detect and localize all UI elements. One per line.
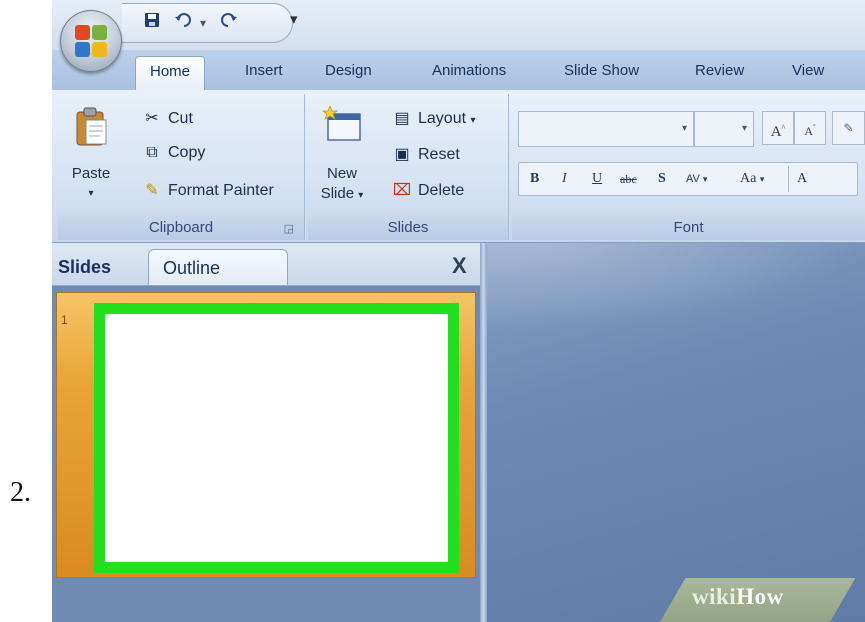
reset-icon: ▣	[394, 146, 410, 163]
underline-button[interactable]: U	[592, 166, 602, 192]
font-family-dropdown-icon: ▾	[681, 123, 687, 134]
office-logo-icon	[75, 25, 107, 57]
new-slide-icon	[322, 106, 361, 141]
tab-home[interactable]: Home	[135, 56, 206, 90]
italic-button[interactable]: I	[562, 166, 567, 192]
undo-icon[interactable]	[174, 12, 192, 33]
tab-slide-show[interactable]: Slide Show	[564, 62, 639, 79]
slide-editing-area[interactable]	[487, 243, 865, 622]
layout-button[interactable]: ▤ Layout ▾	[392, 108, 475, 128]
shadow-button[interactable]: S	[658, 166, 666, 192]
delete-slide-icon: ⌧	[392, 182, 412, 199]
powerpoint-window: ▾ ▾ Home Insert Design Animations Slide …	[52, 0, 865, 622]
office-button[interactable]	[60, 10, 122, 72]
clipboard-launcher-icon[interactable]: ◲	[284, 222, 294, 235]
tab-review[interactable]: Review	[695, 62, 744, 79]
clear-formatting-icon: ✎	[843, 121, 854, 135]
paste-label: Paste	[71, 165, 111, 182]
close-pane-icon[interactable]: X	[452, 253, 467, 279]
cut-button[interactable]: ✂ Cut	[142, 108, 193, 128]
font-size-select[interactable]: ▾	[694, 111, 754, 147]
step-number: 2.	[10, 477, 31, 508]
redo-icon[interactable]	[220, 12, 238, 33]
quick-access-toolbar: ▾	[122, 3, 293, 43]
tab-slides[interactable]: Slides	[58, 257, 111, 278]
copy-icon: ⧉	[146, 144, 158, 161]
new-slide-label-line1: New	[326, 165, 357, 182]
clipboard-group: Paste ▾ ✂ Cut ⧉ Copy ✎ Format Painter Clipb…	[58, 94, 305, 240]
new-slide-button[interactable]: New Slide ▾	[312, 102, 374, 212]
paintbrush-icon: ✎	[145, 182, 159, 199]
format-painter-label: Format Painter	[168, 182, 274, 199]
tab-design[interactable]: Design	[325, 62, 372, 79]
clipboard-icon	[76, 107, 107, 146]
pane-splitter[interactable]	[480, 243, 487, 622]
strikethrough-button[interactable]: abc	[620, 166, 637, 192]
slides-pane-tabs: Outline Slides X	[52, 243, 484, 286]
clipboard-group-label: Clipboard	[58, 216, 304, 240]
font-size-dropdown-icon: ▾	[741, 123, 747, 134]
selected-slide-highlight[interactable]: 1	[56, 292, 476, 578]
layout-icon: ▤	[394, 110, 410, 127]
delete-button[interactable]: ⌧ Delete	[392, 180, 464, 200]
slides-group: New Slide ▾ ▤ Layout ▾ ▣ Reset ⌧ Delete Sli…	[308, 94, 509, 240]
undo-dropdown-icon[interactable]: ▾	[200, 16, 206, 30]
layout-label: Layout	[418, 110, 467, 127]
tab-view[interactable]: View	[792, 62, 824, 79]
wikihow-watermark: wikiHow	[692, 584, 784, 609]
delete-label: Delete	[418, 182, 465, 199]
character-spacing-button[interactable]: AV ▾	[686, 166, 707, 192]
change-case-button[interactable]: Aa ▾	[740, 166, 764, 192]
tab-animations[interactable]: Animations	[432, 62, 506, 79]
clear-formatting-button[interactable]: ✎	[832, 111, 865, 145]
shrink-font-button[interactable]: Aˇ	[794, 111, 826, 145]
paste-dropdown-icon[interactable]: ▾	[66, 184, 116, 203]
paste-button[interactable]: Paste ▾	[66, 102, 116, 202]
ribbon: Paste ▾ ✂ Cut ⧉ Copy ✎ Format Painter Clipb…	[52, 90, 865, 243]
slide-number: 1	[61, 313, 68, 327]
font-group: ▾ ▾ A^ Aˇ ✎ B I U abc S AV ▾ Aa ▾ A Font	[512, 94, 865, 240]
slide-thumbnail[interactable]	[94, 303, 459, 573]
tab-insert[interactable]: Insert	[245, 62, 283, 79]
tab-outline[interactable]: Outline	[148, 249, 288, 285]
font-group-label: Font	[512, 216, 865, 240]
format-painter-button[interactable]: ✎ Format Painter	[142, 180, 274, 200]
ribbon-tabs: Home Insert Design Animations Slide Show…	[52, 50, 865, 91]
title-bar: ▾ ▾	[52, 0, 865, 50]
scissors-icon: ✂	[145, 110, 159, 127]
copy-label: Copy	[168, 144, 206, 161]
floppy-disk-icon[interactable]	[144, 12, 160, 33]
grow-font-button[interactable]: A^	[762, 111, 794, 145]
bold-button[interactable]: B	[530, 166, 539, 192]
new-slide-label-line2: Slide ▾	[320, 185, 364, 202]
font-color-button[interactable]: A	[788, 166, 825, 192]
slides-pane: 1	[52, 286, 480, 622]
font-family-select[interactable]: ▾	[518, 111, 694, 147]
slides-group-label: Slides	[308, 216, 508, 240]
copy-button[interactable]: ⧉ Copy	[142, 144, 205, 162]
customize-toolbar-icon[interactable]: ▾	[290, 10, 298, 28]
reset-button[interactable]: ▣ Reset	[392, 144, 460, 164]
cut-label: Cut	[168, 110, 193, 127]
reset-label: Reset	[418, 146, 460, 163]
